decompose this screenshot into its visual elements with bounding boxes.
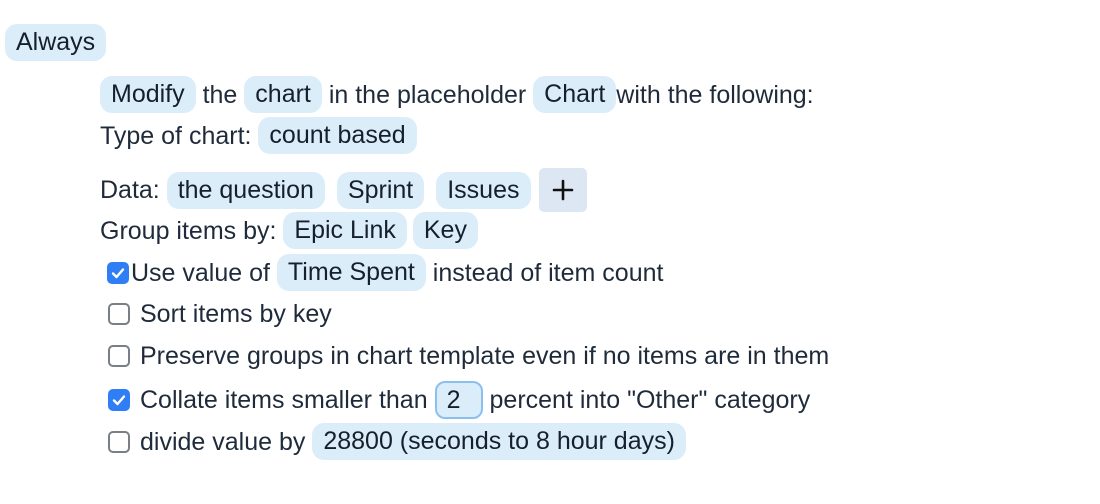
collate-checkbox[interactable] bbox=[108, 389, 130, 411]
action-row: Modify the chart in the placeholder Char… bbox=[100, 76, 814, 113]
group-by-row: Group items by: Epic Link Key bbox=[100, 212, 478, 249]
preserve-groups-row: Preserve groups in chart template even i… bbox=[100, 341, 829, 371]
collate-text-after: percent into "Other" category bbox=[482, 386, 811, 414]
use-value-field-pill[interactable]: Time Spent bbox=[276, 254, 426, 291]
data-item-question-pill[interactable]: the question bbox=[166, 171, 325, 209]
collate-row: Collate items smaller than percent into … bbox=[100, 381, 810, 419]
add-data-button[interactable] bbox=[538, 168, 587, 212]
group-by-epic-link-pill[interactable]: Epic Link bbox=[283, 212, 407, 249]
use-value-checkbox[interactable] bbox=[107, 261, 129, 284]
group-by-label: Group items by: bbox=[100, 216, 284, 245]
action-object-pill[interactable]: chart bbox=[244, 76, 322, 113]
use-value-text-after: instead of item count bbox=[425, 258, 664, 287]
chart-type-row: Type of chart: count based bbox=[100, 117, 417, 154]
sort-by-key-checkbox[interactable] bbox=[108, 303, 130, 325]
preserve-groups-text: Preserve groups in chart template even i… bbox=[140, 342, 830, 370]
checkmark-icon bbox=[111, 267, 125, 278]
use-value-row: Use value of Time Spent instead of item … bbox=[99, 254, 663, 291]
action-text-the: the bbox=[195, 80, 245, 109]
action-text-following: with the following: bbox=[616, 80, 814, 109]
preserve-groups-checkbox[interactable] bbox=[108, 345, 130, 367]
divide-row: divide value by 28800 (seconds to 8 hour… bbox=[100, 423, 686, 460]
chart-type-pill[interactable]: count based bbox=[258, 117, 417, 154]
chart-type-label: Type of chart: bbox=[100, 121, 259, 150]
group-by-key-pill[interactable]: Key bbox=[412, 212, 478, 249]
data-label: Data: bbox=[100, 176, 167, 204]
data-item-issues-pill[interactable]: Issues bbox=[436, 171, 531, 209]
collate-text-before: Collate items smaller than bbox=[140, 386, 435, 414]
placeholder-name-pill[interactable]: Chart bbox=[533, 76, 617, 113]
use-value-text-before: Use value of bbox=[131, 258, 277, 287]
sort-by-key-text: Sort items by key bbox=[140, 300, 332, 328]
data-row: Data: the question Sprint Issues bbox=[100, 168, 587, 212]
collate-percent-input[interactable] bbox=[434, 381, 483, 419]
plus-icon bbox=[552, 179, 573, 201]
divide-text-before: divide value by bbox=[140, 427, 313, 456]
trigger-always-pill[interactable]: Always bbox=[5, 24, 107, 61]
data-item-sprint-pill[interactable]: Sprint bbox=[336, 171, 425, 209]
sort-by-key-row: Sort items by key bbox=[100, 299, 332, 329]
checkmark-icon bbox=[112, 395, 126, 406]
action-verb-pill[interactable]: Modify bbox=[100, 76, 196, 113]
divide-checkbox[interactable] bbox=[108, 430, 130, 453]
divide-value-pill[interactable]: 28800 (seconds to 8 hour days) bbox=[312, 423, 686, 460]
action-text-placeholder: in the placeholder bbox=[321, 80, 534, 109]
